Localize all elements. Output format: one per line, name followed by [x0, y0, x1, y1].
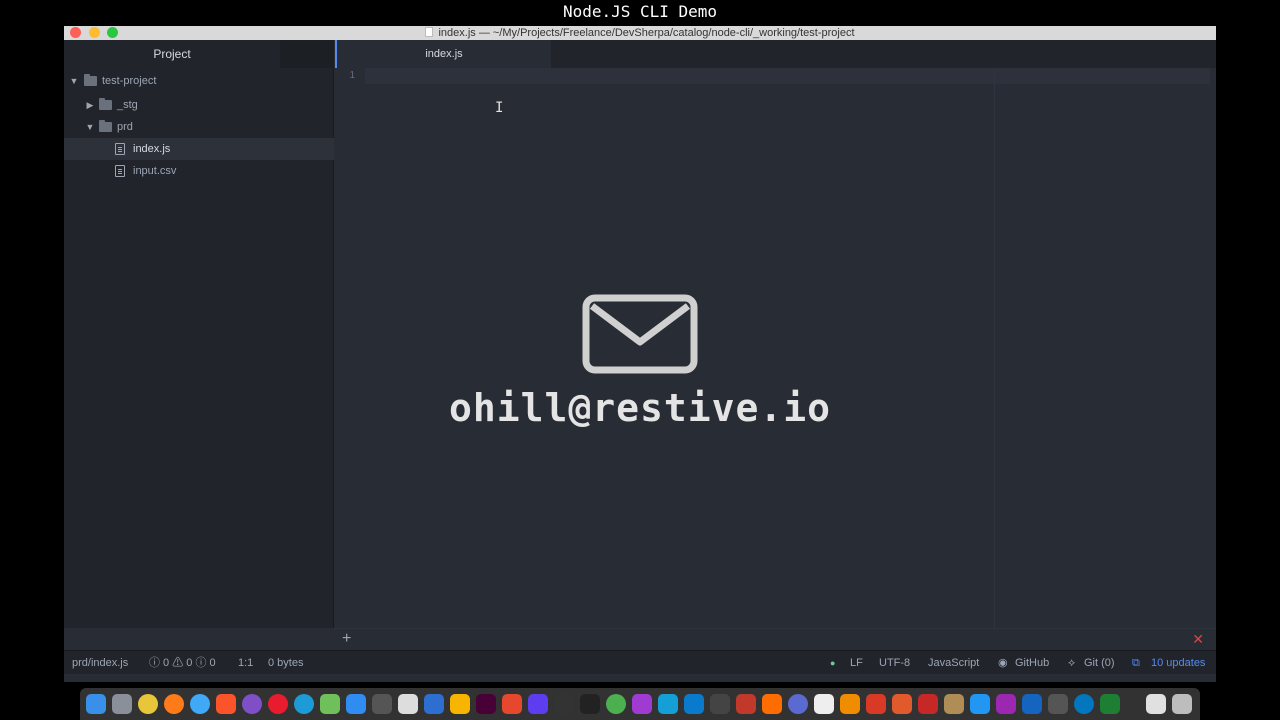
project-sidebar: Project ▼ test-project ▶ _stg ▼ prd inde… — [64, 40, 334, 628]
iterm-icon[interactable] — [580, 694, 600, 714]
folder-icon — [99, 98, 112, 110]
app-icon[interactable] — [1022, 694, 1042, 714]
tree-file-index-js[interactable]: index.js — [64, 138, 334, 160]
add-pane-icon[interactable]: + — [342, 630, 351, 648]
status-git[interactable]: Git (0) — [1084, 651, 1115, 675]
github-icon: ◉ — [998, 657, 1008, 669]
chevron-down-icon: ▼ — [69, 76, 79, 86]
app-icon[interactable] — [1048, 694, 1068, 714]
status-line-ending[interactable]: LF — [850, 651, 863, 675]
app-icon[interactable] — [1074, 694, 1094, 714]
app-icon[interactable] — [424, 694, 444, 714]
app-icon[interactable] — [736, 694, 756, 714]
app-icon[interactable] — [970, 694, 990, 714]
editor-footer: + ✕ — [334, 628, 1216, 650]
tree-file-input-csv[interactable]: input.csv — [64, 160, 334, 182]
app-icon[interactable] — [814, 694, 834, 714]
app-icon[interactable] — [762, 694, 782, 714]
downloads-icon[interactable] — [1146, 694, 1166, 714]
window-title: index.js — ~/My/Projects/Freelance/DevSh… — [64, 26, 1216, 40]
app-icon[interactable] — [398, 694, 418, 714]
app-icon[interactable] — [320, 694, 340, 714]
mail-icon — [582, 294, 698, 374]
tab-project[interactable]: Project — [64, 40, 280, 68]
launchpad-icon[interactable] — [112, 694, 132, 714]
title-bar: index.js — ~/My/Projects/Freelance/DevSh… — [64, 26, 1216, 40]
app-icon[interactable] — [996, 694, 1016, 714]
webstorm-icon[interactable] — [658, 694, 678, 714]
line-number: 1 — [349, 70, 355, 81]
file-icon — [115, 165, 125, 177]
tree-folder-stg[interactable]: ▶ _stg — [64, 94, 334, 116]
file-icon — [115, 143, 125, 155]
excel-icon[interactable] — [1100, 694, 1120, 714]
app-icon[interactable] — [528, 694, 548, 714]
app-icon[interactable] — [892, 694, 912, 714]
settings-icon[interactable] — [372, 694, 392, 714]
text-cursor-icon: I — [495, 100, 504, 116]
brave-icon[interactable] — [216, 694, 236, 714]
text-editor-current-line[interactable] — [365, 68, 1210, 84]
app-icon[interactable] — [710, 694, 730, 714]
status-updates[interactable]: 10 updates — [1151, 651, 1205, 675]
chevron-right-icon: ▶ — [86, 100, 94, 110]
trash-icon[interactable] — [1172, 694, 1192, 714]
atom-editor-window: index.js — ~/My/Projects/Freelance/DevSh… — [64, 26, 1216, 682]
app-icon[interactable] — [866, 694, 886, 714]
editor-tabbar: index.js — [335, 40, 1216, 68]
status-dot-icon: ● — [830, 658, 836, 668]
tree-folder-prd[interactable]: ▼ prd — [64, 116, 334, 138]
updates-icon: ⧉ — [1132, 657, 1140, 669]
app-icon[interactable] — [502, 694, 522, 714]
status-grammar[interactable]: JavaScript — [928, 651, 979, 675]
sketch-icon[interactable] — [450, 694, 470, 714]
folder-icon — [84, 74, 97, 86]
email-address: ohill@restive.io — [448, 386, 832, 430]
app-icon[interactable] — [944, 694, 964, 714]
edge-icon[interactable] — [294, 694, 314, 714]
chevron-down-icon: ▼ — [85, 122, 95, 132]
phpstorm-icon[interactable] — [632, 694, 652, 714]
status-bar: prd/index.js ⓘ 0 ⚠ 0 ⓘ 0 1:1 0 bytes ● L… — [64, 650, 1216, 674]
app-icon[interactable] — [788, 694, 808, 714]
chrome-icon[interactable] — [138, 694, 158, 714]
macos-dock — [80, 688, 1200, 720]
status-encoding[interactable]: UTF-8 — [879, 651, 910, 675]
tor-icon[interactable] — [242, 694, 262, 714]
safari-icon[interactable] — [190, 694, 210, 714]
app-icon[interactable] — [606, 694, 626, 714]
app-icon[interactable] — [918, 694, 938, 714]
firefox-icon[interactable] — [164, 694, 184, 714]
terminal-icon[interactable] — [554, 694, 574, 714]
adobe-xd-icon[interactable] — [476, 694, 496, 714]
email-overlay: ohill@restive.io — [424, 294, 856, 454]
opera-icon[interactable] — [268, 694, 288, 714]
document-icon — [425, 27, 434, 37]
tab-index-js[interactable]: index.js — [335, 40, 551, 68]
status-file-size: 0 bytes — [268, 657, 304, 669]
status-diagnostics[interactable]: ⓘ 0 ⚠ 0 ⓘ 0 — [149, 651, 216, 675]
tree-root-test-project[interactable]: ▼ test-project — [64, 70, 334, 92]
finder-icon[interactable] — [86, 694, 106, 714]
git-branch-icon: ⟡ — [1068, 657, 1076, 669]
close-icon[interactable]: ✕ — [1192, 630, 1204, 648]
status-cursor-position[interactable]: 1:1 — [238, 651, 253, 675]
wrap-guide — [994, 68, 995, 628]
app-store-icon[interactable] — [346, 694, 366, 714]
status-file-path[interactable]: prd/index.js — [72, 651, 128, 675]
status-github[interactable]: GitHub — [1015, 651, 1049, 675]
folder-icon — [99, 120, 112, 132]
video-overlay-title: Node.JS CLI Demo — [562, 2, 718, 21]
sidebar-tabbar: Project — [64, 40, 334, 68]
app-icon[interactable] — [840, 694, 860, 714]
vscode-icon[interactable] — [684, 694, 704, 714]
